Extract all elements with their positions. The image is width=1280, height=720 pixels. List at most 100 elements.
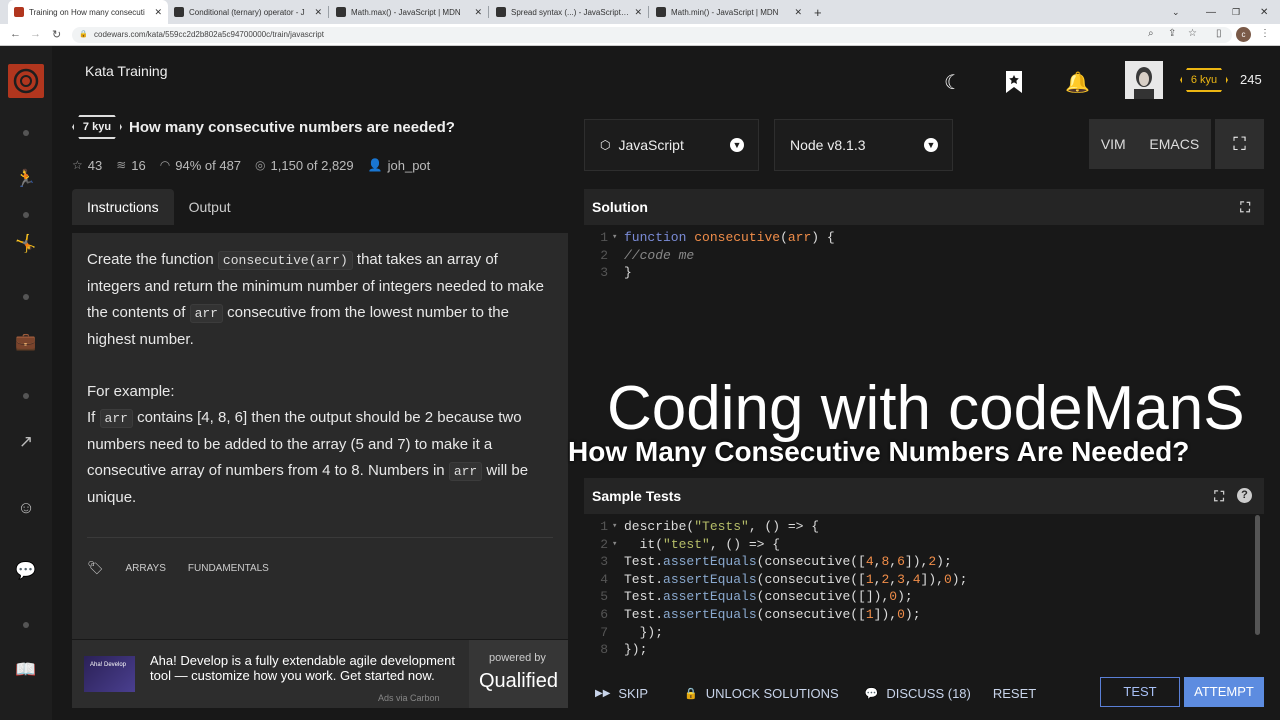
code-line: 2 ▾ it("test", () => { xyxy=(600,536,781,552)
briefcase-icon[interactable]: 💼 xyxy=(14,330,38,354)
back-arrow-icon[interactable]: ← xyxy=(10,28,21,40)
attempt-button[interactable]: ATTEMPT xyxy=(1184,677,1264,707)
window-close-icon[interactable]: ✕ xyxy=(1254,0,1272,24)
codewars-favicon-icon xyxy=(14,7,24,17)
browser-tab[interactable]: Math.min() - JavaScript | MDN ✕ xyxy=(650,0,808,24)
browser-tabstrip: Training on How many consecuti ✕ Conditio… xyxy=(0,0,1280,24)
rank-badge: 6 kyu xyxy=(1180,68,1228,92)
practice-icon[interactable]: 🤸 xyxy=(14,232,38,256)
url-input[interactable]: 🔒 codewars.com/kata/559cc2d2b802a5c947000… xyxy=(72,27,1232,43)
stat-author[interactable]: 👤 joh_pot xyxy=(368,158,431,173)
inline-code: consecutive(arr) xyxy=(217,251,353,270)
code-line: 6 Test.assertEquals(consecutive([1]),0); xyxy=(600,606,921,622)
new-tab-button[interactable]: + xyxy=(808,0,828,24)
tab-output[interactable]: Output xyxy=(174,189,246,225)
rail-dot xyxy=(23,130,29,136)
share-icon[interactable]: ⇪ xyxy=(1168,28,1176,39)
inline-code: arr xyxy=(99,409,133,428)
skip-icon: ▶▶ xyxy=(595,687,611,699)
help-icon[interactable]: ? xyxy=(1237,488,1252,503)
browser-menu-icon[interactable]: ⋮ xyxy=(1260,28,1270,39)
qualified-logo: Qualified xyxy=(479,670,558,692)
solution-editor[interactable]: 1 ▾ function consecutive(arr) { 2//code me… xyxy=(584,229,1264,369)
video-overlay-title: Coding with codeManS xyxy=(607,374,1245,443)
close-tab-icon[interactable]: ✕ xyxy=(154,7,162,18)
language-select[interactable]: ⬡ JavaScript ▼ xyxy=(584,119,759,171)
carbon-ad[interactable]: Aha! Develop Aha! Develop is a fully ext… xyxy=(72,640,568,708)
zoom-icon[interactable]: ⌕ xyxy=(1148,28,1154,39)
code-line: 1 ▾ function consecutive(arr) { xyxy=(600,230,835,245)
lock-icon: 🔒 xyxy=(79,31,88,38)
browser-tab-active[interactable]: Training on How many consecuti ✕ xyxy=(8,0,168,24)
browser-tab[interactable]: Spread syntax (...) - JavaScript | M ✕ xyxy=(490,0,648,24)
tab-instructions[interactable]: Instructions xyxy=(72,189,174,225)
code-line: 4 Test.assertEquals(consecutive([1,2,3,4]… xyxy=(600,571,968,587)
bell-icon[interactable]: 🔔 xyxy=(1065,70,1090,94)
sidepanel-icon[interactable]: ▯ xyxy=(1216,28,1222,39)
test-button[interactable]: TEST xyxy=(1100,677,1180,707)
code-line: 3 Test.assertEquals(consecutive([4,8,6]),… xyxy=(600,554,952,570)
skip-button[interactable]: ▶▶ SKIP xyxy=(584,686,659,701)
docs-book-icon[interactable]: 📖 xyxy=(14,658,38,682)
kata-name: How many consecutive numbers are needed? xyxy=(129,119,455,136)
stat-collections[interactable]: ≋ 16 xyxy=(116,158,146,173)
code-line: 8}); xyxy=(600,642,648,658)
inline-code: arr xyxy=(189,304,223,323)
browser-tab[interactable]: Conditional (ternary) operator - J ✕ xyxy=(168,0,328,24)
close-tab-icon[interactable]: ✕ xyxy=(794,7,802,18)
code-line: 7 }); xyxy=(600,624,664,640)
reset-button[interactable]: RESET xyxy=(982,686,1047,701)
tab-search-icon[interactable]: ⌄ xyxy=(1166,0,1184,24)
tag-arrays[interactable]: ARRAYS xyxy=(126,563,166,574)
description-tabs: Instructions Output xyxy=(72,189,246,225)
discord-icon[interactable]: ☺ xyxy=(14,496,38,520)
training-icon[interactable]: 🏃 xyxy=(14,167,38,191)
user-icon: 👤 xyxy=(367,158,383,172)
close-tab-icon[interactable]: ✕ xyxy=(474,7,482,18)
tag-icon: 🏷 xyxy=(87,560,104,575)
emacs-button[interactable]: EMACS xyxy=(1149,136,1199,152)
js-icon: ⬡ xyxy=(600,138,611,152)
profile-avatar-icon[interactable]: c xyxy=(1236,27,1251,42)
mdn-favicon-icon xyxy=(174,7,184,17)
stat-stars[interactable]: ☆ 43 xyxy=(72,158,102,173)
fullscreen-icon[interactable]: ⛶ xyxy=(1215,119,1264,169)
vim-button[interactable]: VIM xyxy=(1101,136,1126,152)
unlock-solutions-button[interactable]: 🔒 UNLOCK SOLUTIONS xyxy=(673,686,850,701)
ad-logo[interactable]: Aha! Develop xyxy=(84,656,135,692)
kyu-badge: 7 kyu xyxy=(72,115,122,139)
ad-source[interactable]: Ads via Carbon xyxy=(378,693,440,703)
honor-score: 245 xyxy=(1240,72,1262,87)
powered-by[interactable]: powered by Qualified xyxy=(469,640,568,708)
chat-icon[interactable]: 💬 xyxy=(14,559,38,583)
tests-editor[interactable]: 1 ▾ describe("Tests", () => { 2 ▾ it("test"… xyxy=(584,518,1264,660)
inline-code: arr xyxy=(448,462,483,481)
ad-text[interactable]: Aha! Develop is a fully extendable agile… xyxy=(150,653,460,683)
codewars-logo-icon[interactable] xyxy=(8,64,44,98)
user-avatar[interactable] xyxy=(1125,61,1163,99)
minimize-icon[interactable]: — xyxy=(1200,0,1218,24)
moon-icon[interactable]: ☾ xyxy=(941,70,965,94)
reload-icon[interactable]: ↻ xyxy=(52,28,61,41)
description-paragraph: For example: If arr contains [4, 8, 6] th… xyxy=(87,383,529,506)
divider xyxy=(87,537,553,538)
comments-icon: 💬 xyxy=(864,687,879,700)
tag-fundamentals[interactable]: FUNDAMENTALS xyxy=(188,563,269,574)
expand-icon[interactable]: ⛶ xyxy=(1240,189,1250,225)
expand-icon[interactable]: ⛶ xyxy=(1214,478,1224,514)
discuss-button[interactable]: 💬 DISCUSS (18) xyxy=(854,686,982,701)
runtime-select[interactable]: Node v8.1.3 ▼ xyxy=(774,119,953,171)
editor-scrollbar[interactable] xyxy=(1255,515,1260,635)
browser-tab[interactable]: Math.max() - JavaScript | MDN ✕ xyxy=(330,0,488,24)
code-line: 1 ▾ describe("Tests", () => { xyxy=(600,519,820,534)
bookmark-icon[interactable] xyxy=(1002,70,1026,94)
close-tab-icon[interactable]: ✕ xyxy=(314,7,322,18)
kata-description: Create the function consecutive(arr) tha… xyxy=(72,233,568,639)
page-title: Kata Training xyxy=(85,63,168,79)
chevron-down-icon: ▼ xyxy=(924,138,938,152)
forward-arrow-icon[interactable]: → xyxy=(30,28,41,40)
close-tab-icon[interactable]: ✕ xyxy=(634,7,642,18)
bookmark-star-icon[interactable]: ☆ xyxy=(1188,28,1197,39)
maximize-icon[interactable]: ❐ xyxy=(1226,0,1244,24)
leaderboard-icon[interactable]: ↗ xyxy=(14,430,38,454)
